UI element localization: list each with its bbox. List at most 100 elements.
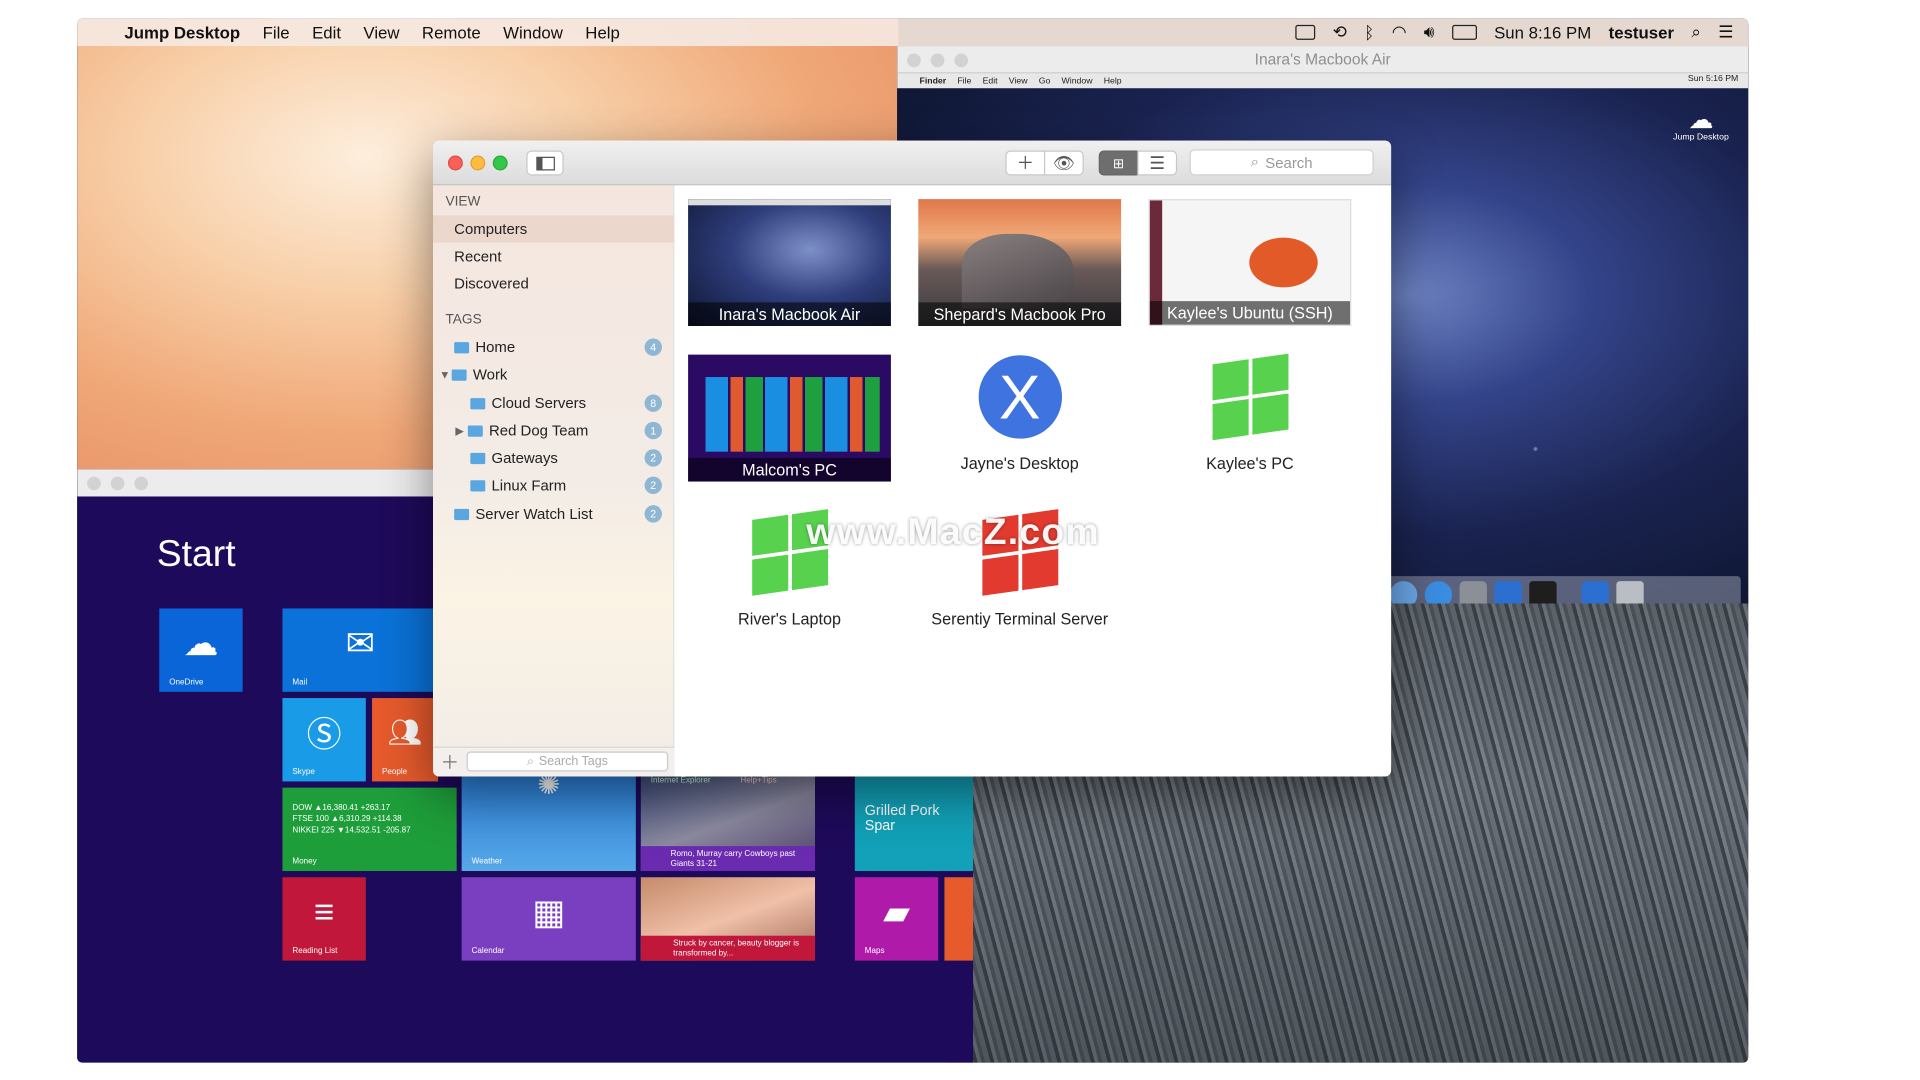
menu-remote[interactable]: Remote	[422, 23, 481, 42]
computer-card-kaylee-ubuntu[interactable]: Kaylee's Ubuntu (SSH)	[1148, 199, 1352, 327]
list-icon: ☰	[1149, 152, 1166, 173]
disclosure-open-icon[interactable]: ▼	[439, 368, 451, 380]
minimize-icon[interactable]	[110, 476, 125, 491]
folder-icon	[470, 397, 486, 409]
close-icon[interactable]	[87, 476, 101, 491]
app-menu[interactable]: Jump Desktop	[124, 23, 240, 42]
remote-menu-view[interactable]: View	[1009, 77, 1028, 86]
sidebar-toggle-button[interactable]	[526, 150, 564, 176]
tile-onedrive[interactable]: ☁ OneDrive	[159, 608, 243, 692]
tile-news-headline: Romo, Murray carry Cowboys past Giants 3…	[640, 846, 816, 872]
watermark: www.MacZ.com	[806, 511, 1100, 553]
computer-card-inara[interactable]: Inara's Macbook Air	[688, 199, 891, 327]
menu-edit[interactable]: Edit	[312, 23, 341, 42]
menu-help[interactable]: Help	[585, 23, 620, 42]
sidebar-tag-home[interactable]: Home 4	[433, 333, 674, 360]
tile-skype[interactable]: Ⓢ Skype	[282, 698, 366, 782]
tile-news[interactable]: Internet Explorer Help+Tips Romo, Murray…	[640, 773, 816, 872]
remote-menu-finder[interactable]: Finder	[920, 77, 947, 86]
zoom-icon[interactable]	[134, 476, 149, 491]
search-icon: ⌕	[1250, 153, 1260, 171]
computer-card-jayne[interactable]: X Jayne's Desktop	[918, 355, 1121, 482]
wifi-icon[interactable]: ◠	[1392, 22, 1407, 42]
notification-center-icon[interactable]: ☰	[1718, 22, 1733, 42]
sidebar-item-recent[interactable]: Recent	[433, 243, 674, 270]
view-section-header: VIEW	[445, 194, 481, 210]
add-computer-button[interactable]: ＋	[1005, 150, 1046, 176]
tile-label: People	[382, 767, 408, 777]
preview-button[interactable]: 👁︎	[1043, 150, 1084, 176]
minimize-button[interactable]	[470, 155, 486, 171]
spotlight-icon[interactable]: ⌕	[1691, 22, 1700, 42]
window-toolbar[interactable]: ＋ 👁︎ ⊞ ☰ ⌕ Search	[433, 140, 1392, 186]
tile-money[interactable]: DOW ▲16,380.41 +263.17 FTSE 100 ▲6,310.2…	[282, 787, 457, 872]
system-preferences-icon[interactable]	[1459, 581, 1487, 604]
tile-help-label: Help+Tips	[740, 776, 777, 786]
disclosure-closed-icon[interactable]: ▶	[455, 424, 467, 438]
folder-icon	[454, 508, 470, 520]
remote-menu-go[interactable]: Go	[1039, 77, 1051, 86]
sidebar-tag-server-watch-list[interactable]: Server Watch List 2	[433, 500, 674, 527]
sidebar-tag-red-dog-team[interactable]: ▶ Red Dog Team 1	[433, 417, 674, 444]
airplay-icon[interactable]	[1295, 24, 1316, 40]
close-button[interactable]	[447, 155, 463, 171]
sidebar-tag-gateways[interactable]: Gateways 2	[433, 444, 674, 471]
menu-file[interactable]: File	[263, 23, 290, 42]
battery-icon[interactable]	[1451, 24, 1477, 40]
tile-food[interactable]: Grilled Pork Spar	[854, 773, 974, 872]
tag-label: Gateways	[491, 449, 558, 467]
bluetooth-icon[interactable]: ᛒ	[1364, 23, 1374, 42]
tag-search-input[interactable]: ⌕ Search Tags	[466, 751, 669, 772]
sidebar-tag-cloud-servers[interactable]: Cloud Servers 8	[433, 389, 674, 416]
list-view-button[interactable]: ☰	[1137, 150, 1178, 176]
tile-weather[interactable]: ✺ Weather	[461, 769, 636, 872]
terminal-icon[interactable]	[1529, 581, 1557, 604]
menu-view[interactable]: View	[363, 23, 399, 42]
remote-mac-title: Inara's Macbook Air	[1254, 51, 1391, 69]
add-tag-button[interactable]: ＋	[440, 749, 459, 775]
itunes-icon[interactable]	[1389, 581, 1418, 604]
tile-health[interactable]: Struck by cancer, beauty blogger is tran…	[640, 877, 816, 961]
remote-mac-titlebar[interactable]: Inara's Macbook Air	[897, 46, 1749, 74]
tile-mail[interactable]: ✉ Mail	[282, 608, 438, 692]
sidebar-tag-work[interactable]: ▼ Work	[433, 361, 674, 388]
remote-menu-edit[interactable]: Edit	[983, 77, 998, 86]
tile-food-label: Grilled Pork Spar	[864, 803, 940, 834]
time-machine-icon[interactable]: ⟲	[1333, 22, 1347, 42]
computer-name: Malcom's PC	[688, 457, 891, 482]
sidebar-item-discovered[interactable]: Discovered	[433, 270, 674, 297]
sidebar-item-computers[interactable]: Computers	[433, 215, 675, 243]
app-store-icon[interactable]	[1424, 581, 1453, 604]
menubar-clock[interactable]: Sun 8:16 PM	[1494, 23, 1591, 42]
computer-name: Shepard's Macbook Pro	[918, 302, 1122, 327]
tile-reading-list[interactable]: ≡ Reading List	[282, 877, 366, 961]
computer-card-malcom[interactable]: Malcom's PC	[688, 354, 891, 482]
trash-icon[interactable]	[1616, 581, 1644, 604]
jump-desktop-window[interactable]: ＋ 👁︎ ⊞ ☰ ⌕ Search VIEW Computers Recent D…	[433, 140, 1392, 777]
jump-desktop-beta-icon[interactable]	[1581, 581, 1609, 604]
tile-maps[interactable]: ▰ Maps	[854, 877, 939, 961]
tile-label: OneDrive	[169, 678, 204, 687]
tile-calendar[interactable]: ▦ Calendar	[461, 877, 636, 961]
folder-icon	[470, 452, 486, 464]
money-line: FTSE 100 ▲6,310.29 +114.38	[292, 815, 402, 824]
remote-menu-window[interactable]: Window	[1062, 77, 1093, 86]
grid-view-button[interactable]: ⊞	[1098, 150, 1139, 176]
tile-partial[interactable]	[944, 877, 974, 961]
computer-card-shepard[interactable]: Shepard's Macbook Pro	[918, 199, 1122, 327]
search-input[interactable]: ⌕ Search	[1189, 149, 1374, 176]
tile-people[interactable]: 👥︎ People	[372, 698, 438, 782]
menubar-user[interactable]: testuser	[1609, 23, 1674, 42]
zoom-button[interactable]	[492, 155, 508, 171]
thumb-menubar	[688, 199, 891, 206]
grid-icon: ⊞	[1112, 156, 1125, 172]
x11-icon: X	[978, 355, 1062, 439]
menu-window[interactable]: Window	[503, 23, 563, 42]
tile-label: Money	[292, 857, 317, 867]
jump-desktop-beta-icon[interactable]	[1494, 581, 1522, 604]
computer-card-kaylee-pc[interactable]: Kaylee's PC	[1148, 353, 1351, 482]
remote-menu-file[interactable]: File	[957, 77, 971, 86]
volume-icon[interactable]: 🔊︎	[1424, 22, 1435, 42]
remote-menu-help[interactable]: Help	[1104, 77, 1122, 86]
sidebar-tag-linux-farm[interactable]: Linux Farm 2	[433, 472, 674, 499]
